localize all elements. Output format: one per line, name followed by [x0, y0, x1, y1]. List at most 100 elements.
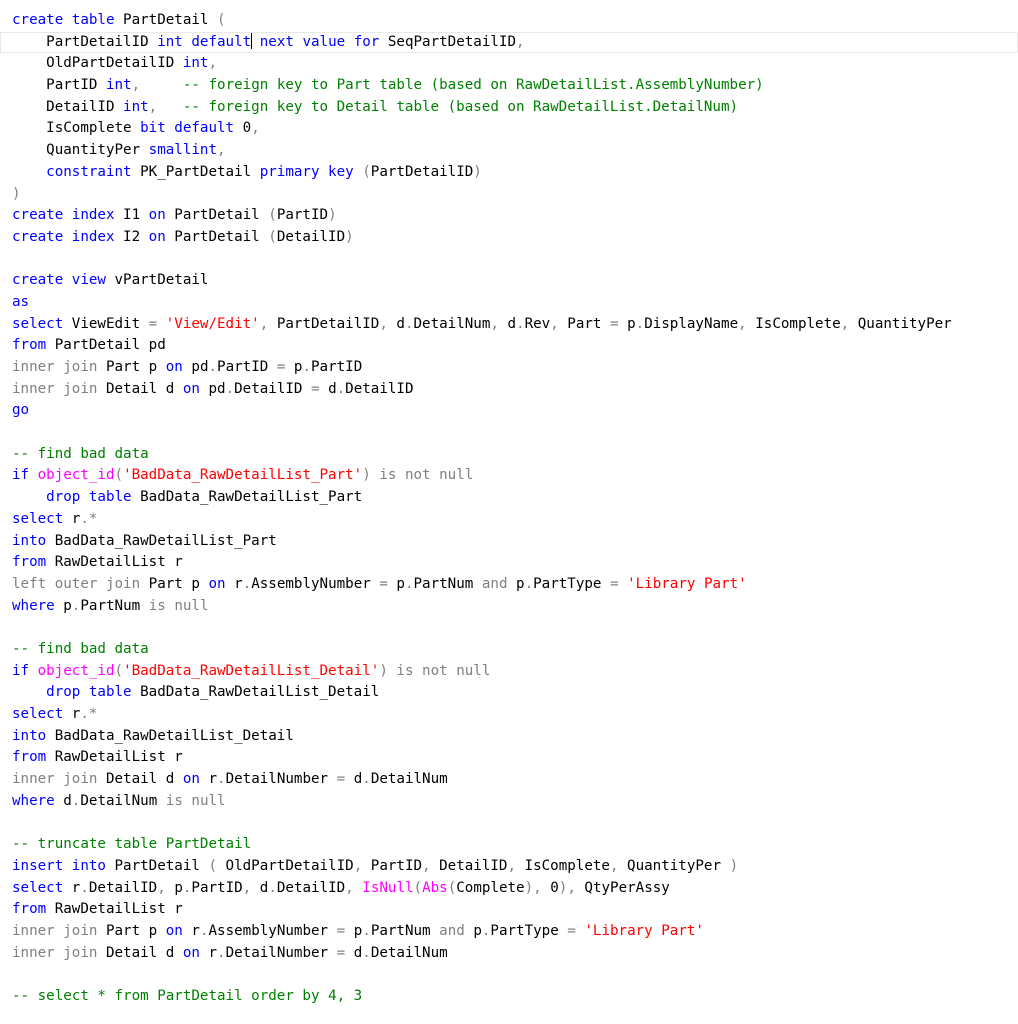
- sql-identifier: SeqPartDetailID: [379, 33, 516, 50]
- code-line[interactable]: select r.DetailID, p.PartID, d.DetailID,…: [0, 878, 1018, 900]
- sql-operator: .: [635, 315, 645, 332]
- sql-keyword: if: [12, 662, 30, 679]
- sql-identifier: OldPartDetailID: [217, 857, 354, 874]
- code-line[interactable]: QuantityPer smallint,: [0, 140, 1018, 162]
- code-line[interactable]: create index I2 on PartDetail (DetailID): [0, 227, 1018, 249]
- code-line[interactable]: -- find bad data: [0, 639, 1018, 661]
- code-line[interactable]: create index I1 on PartDetail (PartID): [0, 205, 1018, 227]
- sql-operator: ,: [259, 315, 269, 332]
- code-line[interactable]: -- truncate table PartDetail: [0, 834, 1018, 856]
- sql-keyword: constraint: [46, 163, 132, 180]
- code-line[interactable]: ​: [0, 812, 1018, 834]
- sql-keyword: primary key: [259, 163, 354, 180]
- sql-identifier: AssemblyNumber: [251, 575, 380, 592]
- sql-keyword: if: [12, 467, 30, 484]
- code-line[interactable]: constraint PK_PartDetail primary key (Pa…: [0, 162, 1018, 184]
- code-line[interactable]: ): [0, 184, 1018, 206]
- code-line[interactable]: drop table BadData_RawDetailList_Part: [0, 487, 1018, 509]
- code-line[interactable]: from PartDetail pd: [0, 335, 1018, 357]
- sql-operator: =: [379, 575, 388, 592]
- sql-identifier: PartType: [490, 922, 568, 939]
- sql-identifier: pd: [182, 359, 209, 375]
- code-line[interactable]: if object_id('BadData_RawDetailList_Part…: [0, 465, 1018, 487]
- code-line[interactable]: if object_id('BadData_RawDetailList_Deta…: [0, 661, 1018, 683]
- code-line[interactable]: select r.*: [0, 704, 1018, 726]
- sql-identifier: PartDetail: [105, 857, 209, 874]
- sql-keyword: on: [165, 359, 183, 375]
- sql-identifier: QuantityPer: [849, 315, 952, 332]
- sql-operator: is null: [148, 597, 209, 614]
- code-line[interactable]: left outer join Part p on r.AssemblyNumb…: [0, 574, 1018, 596]
- code-line[interactable]: ​: [0, 617, 1018, 639]
- sql-identifier: d: [345, 771, 363, 788]
- code-line[interactable]: select ViewEdit = 'View/Edit', PartDetai…: [0, 314, 1018, 336]
- code-line[interactable]: inner join Part p on pd.PartID = p.PartI…: [0, 357, 1018, 379]
- sql-identifier: p: [54, 597, 72, 614]
- sql-operator: and: [481, 575, 508, 592]
- code-line[interactable]: PartDetailID int default next value for …: [0, 31, 1018, 54]
- code-line[interactable]: from RawDetailList r: [0, 552, 1018, 574]
- code-line[interactable]: ​: [0, 249, 1018, 271]
- sql-operator: =: [567, 922, 576, 939]
- code-line[interactable]: inner join Detail d on r.DetailNumber = …: [0, 943, 1018, 965]
- code-line[interactable]: -- find bad data: [0, 444, 1018, 466]
- code-line[interactable]: create view vPartDetail: [0, 270, 1018, 292]
- sql-operator: .: [524, 575, 534, 592]
- sql-identifier: [12, 489, 46, 505]
- code-line[interactable]: IsComplete bit default 0,: [0, 118, 1018, 140]
- sql-identifier: BadData_RawDetailList_Part: [131, 489, 363, 506]
- code-line[interactable]: where p.PartNum is null: [0, 596, 1018, 618]
- sql-identifier: PartID: [276, 207, 329, 224]
- code-line[interactable]: from RawDetailList r: [0, 899, 1018, 921]
- code-line[interactable]: PartID int, -- foreign key to Part table…: [0, 75, 1018, 97]
- code-line[interactable]: ​: [0, 422, 1018, 444]
- sql-operator: ,: [609, 857, 619, 874]
- sql-operator: ,: [208, 55, 218, 72]
- sql-identifier: DetailID: [234, 380, 311, 397]
- code-line[interactable]: inner join Detail d on r.DetailNumber = …: [0, 769, 1018, 791]
- sql-comment: -- foreign key to Detail table (based on…: [182, 98, 739, 115]
- sql-identifier: p: [345, 922, 363, 939]
- code-line[interactable]: drop table BadData_RawDetailList_Detail: [0, 682, 1018, 704]
- sql-identifier: IsComplete: [746, 315, 841, 332]
- sql-keyword: drop table: [46, 489, 132, 506]
- sql-identifier: Part p: [97, 359, 166, 375]
- sql-identifier: Part p: [140, 575, 209, 592]
- sql-identifier: PartDetail pd: [46, 337, 166, 354]
- sql-keyword: select: [12, 879, 64, 896]
- sql-identifier: r: [63, 510, 81, 527]
- sql-identifier: ViewEdit: [63, 315, 149, 332]
- code-line[interactable]: go: [0, 400, 1018, 422]
- sql-operator: ,: [353, 857, 363, 874]
- code-line[interactable]: inner join Detail d on pd.DetailID = d.D…: [0, 379, 1018, 401]
- code-line[interactable]: where d.DetailNum is null: [0, 791, 1018, 813]
- sql-identifier: IsComplete: [12, 120, 141, 137]
- sql-identifier: d: [319, 380, 337, 397]
- sql-identifier: p: [507, 575, 525, 592]
- code-line[interactable]: into BadData_RawDetailList_Part: [0, 531, 1018, 553]
- code-line[interactable]: select r.*: [0, 509, 1018, 531]
- code-line[interactable]: -- select * from PartDetail order by 4, …: [0, 986, 1018, 1008]
- code-line[interactable]: inner join Part p on r.AssemblyNumber = …: [0, 921, 1018, 943]
- sql-comment: -- find bad data: [12, 445, 149, 462]
- sql-editor[interactable]: create table PartDetail ( PartDetailID i…: [0, 0, 1018, 1024]
- sql-identifier: I2: [114, 228, 149, 245]
- sql-identifier: PartID: [311, 359, 363, 375]
- sql-comment: -- find bad data: [12, 640, 149, 657]
- sql-identifier: PartDetailID: [12, 33, 158, 50]
- code-line[interactable]: ​: [0, 964, 1018, 986]
- code-line[interactable]: as: [0, 292, 1018, 314]
- code-line[interactable]: insert into PartDetail ( OldPartDetailID…: [0, 856, 1018, 878]
- sql-identifier: PartID: [362, 857, 423, 874]
- sql-operator: .: [404, 315, 414, 332]
- code-line[interactable]: into BadData_RawDetailList_Detail: [0, 726, 1018, 748]
- sql-operator: (: [114, 467, 124, 484]
- sql-identifier: vPartDetail: [105, 272, 209, 289]
- sql-identifier: DetailID: [345, 380, 414, 397]
- code-line[interactable]: from RawDetailList r: [0, 747, 1018, 769]
- sql-keyword: next value for: [259, 33, 380, 50]
- code-line[interactable]: DetailID int, -- foreign key to Detail t…: [0, 97, 1018, 119]
- code-line[interactable]: OldPartDetailID int,: [0, 53, 1018, 75]
- code-line[interactable]: create table PartDetail (: [0, 10, 1018, 32]
- sql-operator: ): [12, 185, 21, 202]
